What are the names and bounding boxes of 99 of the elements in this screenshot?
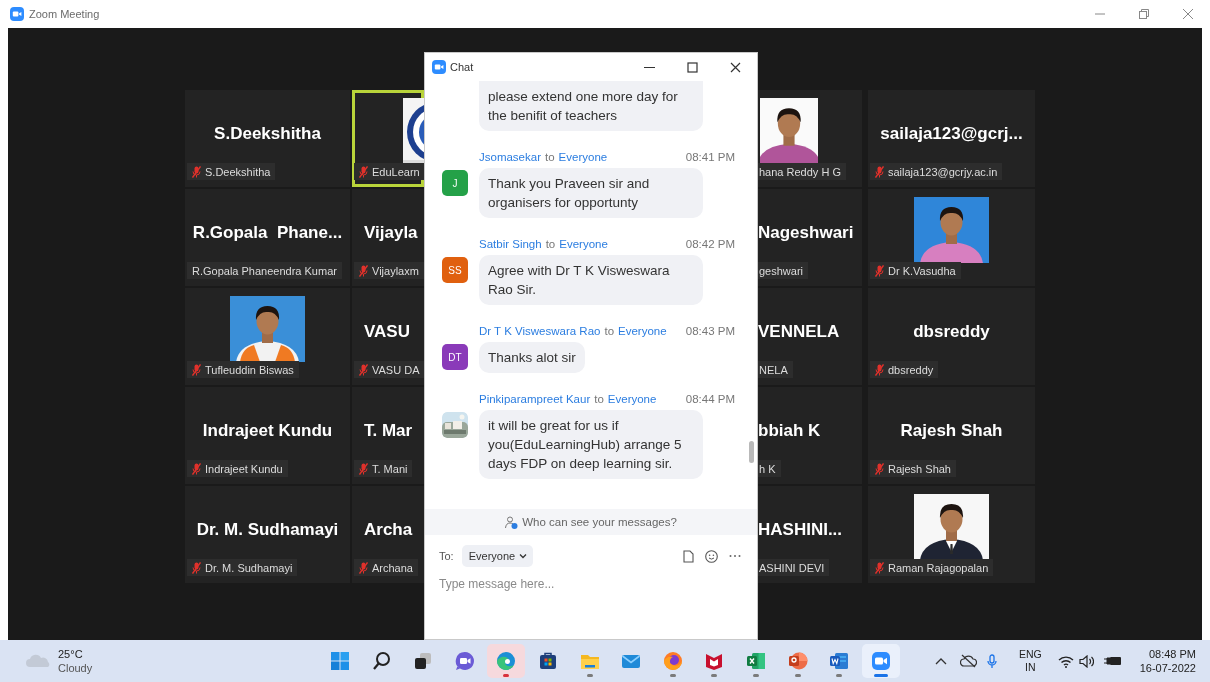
recipient-name: Everyone [607,393,657,405]
file-icon[interactable] [683,549,694,563]
participant-name: S.Deekshitha [205,165,271,178]
window-title: Zoom Meeting [29,8,100,20]
participant-name: h K [759,462,776,475]
participant-name: Dr K.Vasudha [888,264,956,277]
message-bubble: Thank you Praveen sir and organisers for opportunty [479,168,703,218]
wifi-icon[interactable] [1057,654,1074,668]
participant-name: hana Reddy H G [759,165,841,178]
participant-name: Dr. M. Sudhamayi [205,561,293,574]
cloud-icon [26,654,52,668]
input-region[interactable]: IN [1025,661,1036,674]
participant-name: ASHINI DEVI [759,561,825,574]
participant-display-name: sailaja123@gcrj... [880,123,1023,144]
participant-display-name: bbiah K [758,420,821,441]
participant-name: R.Gopala Phaneendra Kumar [192,264,337,277]
sender-name: Satbir Singh [479,238,542,250]
participant-display-name: Indrajeet Kundu [202,420,333,441]
participant-name: Vijaylaxm [372,264,419,277]
search-icon [371,651,392,671]
temperature: 25°C [58,647,84,661]
weather-condition: Cloudy [58,661,93,675]
shield-icon [704,651,725,671]
message-bubble: Thanks alot sir [479,342,585,373]
recipient-name: Everyone [559,238,608,250]
avatar: J [442,170,468,196]
participant-display-name: VENNELA [758,321,840,342]
input-language[interactable]: ENG [1018,648,1042,661]
video-camera-icon [870,651,891,671]
task-view-icon [413,651,434,671]
message-time: 08:44 PM [685,393,735,405]
participant-name: geshwari [759,264,804,277]
to-text: to [604,325,615,337]
to-text: to [545,238,556,250]
chat-title: Chat [450,61,474,73]
participant-display-name: dbsreddy [913,321,990,342]
participant-display-name: VASU [364,321,410,342]
participant-name: NELA [759,363,788,376]
participant-name: Archana [372,561,413,574]
fox-browser-icon [662,651,683,671]
participant-name: Tufleuddin Biswas [205,363,294,376]
battery-charging-icon[interactable] [1103,655,1122,667]
speaker-icon[interactable] [1078,654,1094,668]
participant-name: sailaja123@gcrjy.ac.in [888,165,998,178]
cloud-off-icon[interactable] [959,654,977,668]
more-icon[interactable] [729,554,741,558]
participant-display-name: Vijayla [364,222,418,243]
restore-icon[interactable] [1138,8,1150,20]
chevron-icon [519,553,528,559]
avatar: SS [442,257,468,283]
participant-name: EduLearn [372,165,420,178]
message-bubble: it will be great for us if you(EduLearningHub) arrange 5 days FDP on deep learning sir. [479,410,703,479]
scrollbar[interactable] [749,441,754,463]
clock-time[interactable]: 08:48 PM [1148,647,1196,661]
emoji-icon[interactable] [705,549,718,563]
recipient-name: Everyone [618,325,667,337]
browser-icon [496,651,517,671]
maximize-icon[interactable] [687,61,698,73]
people-icon [505,515,519,529]
message-time: 08:42 PM [685,238,735,250]
message-time: 08:41 PM [685,151,735,163]
avatar: DT [442,344,468,370]
presentation-icon [787,651,808,671]
participant-name: VASU DA [372,363,420,376]
chat-bubble-icon [454,651,475,671]
to-text: to [545,151,555,163]
chevron-up-icon[interactable] [934,657,947,665]
participant-display-name: T. Mar [364,420,413,441]
to-label: To: [439,550,454,562]
document-icon [829,651,850,671]
to-text: to [594,393,604,405]
participant-display-name: Nageshwari [758,222,854,243]
participant-display-name: Archa [364,519,413,540]
sender-name: Pinkiparampreet Kaur [479,393,591,405]
microphone-icon[interactable] [986,653,997,669]
participant-name: dbsreddy [888,363,934,376]
zoom-logo-icon [432,60,446,74]
clock-date[interactable]: 16-07-2022 [1139,661,1196,675]
participant-name: Indrajeet Kundu [205,462,283,475]
participant-display-name: R.Gopala Phane... [192,222,343,243]
start-icon [330,651,350,671]
message-time: 08:43 PM [685,325,735,337]
participant-display-name: HASHINI... [758,519,843,540]
participant-name: Raman Rajagopalan [888,561,989,574]
sender-name: Dr T K Visweswara Rao [479,325,601,337]
close-icon[interactable] [730,61,741,73]
message-bubble: please extend one more day for the benifit of teachers [479,81,703,131]
sender-name: Jsomasekar [479,151,541,163]
zoom-logo-icon [10,7,24,21]
participant-display-name: S.Deekshitha [214,123,321,144]
message-bubble: Agree with Dr T K Visweswara Rao Sir. [479,255,703,305]
spreadsheet-icon [745,651,766,671]
recipient-name: Everyone [558,151,608,163]
recipient-dropdown[interactable]: Everyone [461,545,534,567]
participant-name: Rajesh Shah [888,462,951,475]
participant-name: T. Mani [372,462,408,475]
store-bag-icon [537,651,558,671]
participant-display-name: Dr. M. Sudhamayi [196,519,339,540]
participant-display-name: Rajesh Shah [900,420,1003,441]
